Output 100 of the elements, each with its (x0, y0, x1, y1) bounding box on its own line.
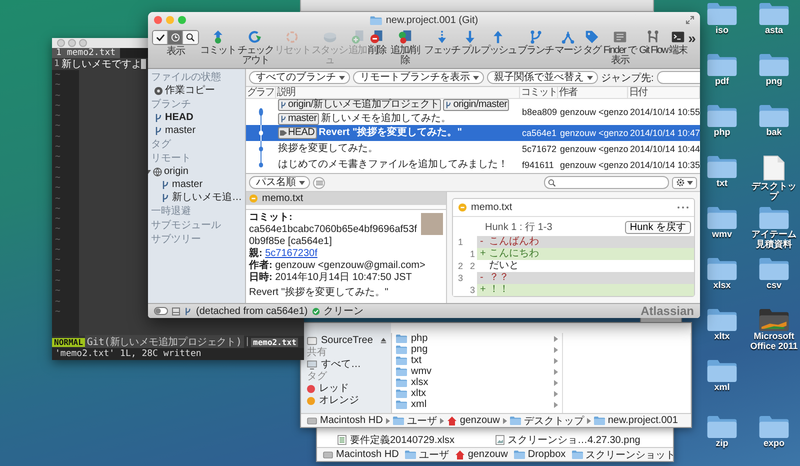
document-icon[interactable] (763, 155, 785, 181)
desktop-icon-label[interactable]: php (714, 127, 730, 137)
desktop-icon-label[interactable]: bak (766, 127, 782, 137)
pull-button[interactable]: プル (461, 30, 480, 56)
empty-line-marker: ~ (55, 266, 62, 276)
list-view-button[interactable] (313, 176, 325, 188)
path-item[interactable]: new.project.001 (608, 415, 678, 426)
folder-row[interactable]: xlsx (392, 377, 562, 388)
path-item[interactable]: genzouw (460, 415, 500, 426)
filter-dropdown[interactable]: すべてのブランチ (249, 71, 350, 84)
column-header[interactable]: 日付 (628, 87, 700, 98)
desktop-icon-label[interactable]: zip (716, 438, 728, 448)
settings-dropdown[interactable] (672, 176, 697, 188)
commit-row[interactable]: はじめてのメモ書きファイルを追加してみました！ f941611 genzouw <genzo 2014/10/14 10:35 (246, 157, 700, 173)
desktop-icon-label[interactable]: csv (766, 280, 782, 290)
column-header[interactable]: 作者 (558, 87, 628, 98)
checkout-button[interactable]: チェックアウト (237, 30, 274, 66)
path-item[interactable]: Macintosh HD (320, 415, 383, 426)
desktop-icon-label[interactable]: xml (714, 382, 730, 392)
sidebar-item[interactable]: master (172, 179, 203, 191)
command-message: 'memo2.txt' 1L, 28C written (52, 348, 304, 360)
commit-row[interactable]: HEAD Revert "挨拶を変更してみた。" ca564e1 genzouw <genzo 2014/10/14 10:47 (246, 125, 700, 141)
hunk-title: Hunk 1 : 行 1-3 (485, 221, 552, 234)
commit-row[interactable]: 挨拶を変更してみた。 5c71672 genzouw <genzo 2014/10/14 10:44 (246, 141, 700, 157)
sidebar-item[interactable]: 新しいメモ追… (172, 192, 242, 204)
column-header[interactable]: 説明 (276, 87, 520, 98)
app-folder-icon[interactable] (759, 308, 789, 331)
branch-button[interactable]: ブランチ (518, 30, 554, 56)
commit-row[interactable]: origin/新しいメモ追加プロジェクト origin/master master 新しいメモを追加してみた。 b8ea809 genzouw <genzo 2014/10/14 10:55 (246, 99, 700, 125)
sidebar-item[interactable]: master (165, 125, 196, 137)
filter-dropdown[interactable]: 親子関係で並べ替え (487, 71, 598, 84)
path-item[interactable]: ユーザ (418, 448, 449, 462)
sidebar-item[interactable]: 作業コピー (165, 85, 215, 97)
desktop-icon-label[interactable]: txt (716, 178, 728, 188)
desktop-icon-label[interactable]: デスクトップ (748, 181, 800, 201)
folder-row[interactable]: php (392, 333, 562, 344)
folder-row[interactable]: wmv (392, 366, 562, 377)
sidebar-item[interactable]: オレンジ (319, 395, 359, 406)
path-item[interactable]: デスクトップ (524, 414, 584, 428)
folder-icon (759, 257, 789, 280)
add-remove-button[interactable]: 追加/削除 (386, 30, 423, 66)
folder-row[interactable]: txt (392, 355, 562, 366)
show-in-finder-button[interactable]: Finder で表示 (602, 30, 638, 66)
remove-button[interactable]: 削除 (368, 30, 386, 56)
folder-row[interactable]: xltx (392, 388, 562, 399)
sidebar-item[interactable]: origin (164, 166, 188, 178)
search-field[interactable] (544, 176, 669, 189)
desktop-icon-label[interactable]: asta (764, 25, 783, 35)
tag-button[interactable]: タグ (582, 30, 601, 56)
desktop-icon-label[interactable]: pdf (715, 76, 729, 86)
commit-author: genzouw <genzo (559, 159, 628, 171)
file-name[interactable]: 要件定義20140729.xlsx (350, 433, 454, 447)
folder-icon (514, 450, 525, 459)
file-row[interactable]: memo.txt (246, 192, 446, 205)
path-item[interactable]: Macintosh HD (336, 449, 399, 460)
terminal-button[interactable]: 端末 (668, 30, 687, 56)
desktop-icon-label[interactable]: png (766, 76, 782, 86)
more-button[interactable]: » (688, 30, 696, 46)
merge-button[interactable]: マージ (554, 30, 582, 56)
filter-dropdown[interactable]: リモートブランチを表示 (353, 71, 484, 84)
folder-icon (392, 416, 404, 425)
path-item[interactable]: genzouw (468, 449, 508, 460)
fullscreen-icon[interactable] (686, 16, 694, 24)
sort-dropdown[interactable]: パス名順 (249, 176, 310, 189)
path-item[interactable]: Dropbox (528, 449, 566, 460)
drum-icon (322, 30, 337, 44)
parent-commit-link[interactable]: 5c7167230f (265, 248, 318, 259)
desktop-icon-label[interactable]: wmv (712, 229, 732, 239)
eject-icon[interactable] (380, 337, 387, 344)
search-icon (186, 33, 195, 42)
commit-button[interactable]: コミット (200, 30, 236, 56)
desktop-icon-label[interactable]: xltx (714, 331, 730, 341)
desktop-icon-label[interactable]: xlsx (713, 280, 731, 290)
column-header[interactable]: グラフ (246, 87, 276, 98)
folder-row[interactable]: xml (392, 399, 562, 410)
drive-icon[interactable] (172, 306, 180, 316)
push-button[interactable]: プッシュ (480, 30, 516, 56)
folder-row[interactable]: png (392, 344, 562, 355)
more-options-icon[interactable] (677, 206, 689, 209)
view-mode-button[interactable] (153, 31, 168, 44)
sidebar-item[interactable]: すべて… (321, 359, 361, 370)
empty-line-marker: ~ (55, 172, 62, 184)
path-item[interactable]: ユーザ (406, 414, 437, 428)
sidebar-item[interactable]: レッド (319, 383, 349, 394)
desktop-icon-label[interactable]: iso (715, 25, 728, 35)
fetch-button[interactable]: フェッチ (424, 30, 460, 56)
sidebar-item[interactable]: HEAD (165, 112, 194, 124)
column-header[interactable]: コミット (520, 87, 558, 98)
path-item[interactable]: スクリーンショット (586, 448, 676, 462)
desktop-icon-label[interactable]: アイテーム見積資料 (748, 229, 800, 249)
desktop-icon-label[interactable]: expo (763, 438, 784, 448)
git-flow-button[interactable]: Git Flow (639, 30, 668, 56)
editor-tab[interactable]: 1 memo2.txt (52, 48, 120, 58)
toggle-switch-icon[interactable] (154, 307, 168, 315)
close-button[interactable] (154, 16, 162, 24)
revert-hunk-button[interactable]: Hunk を戻す (624, 220, 691, 234)
file-name[interactable]: スクリーンショ…4.27.30.png (508, 433, 640, 447)
view-mode-button[interactable] (183, 31, 198, 44)
sidebar-item[interactable]: SourceTree (321, 335, 373, 346)
desktop-icon-label[interactable]: Microsoft Office 2011 (748, 331, 800, 351)
